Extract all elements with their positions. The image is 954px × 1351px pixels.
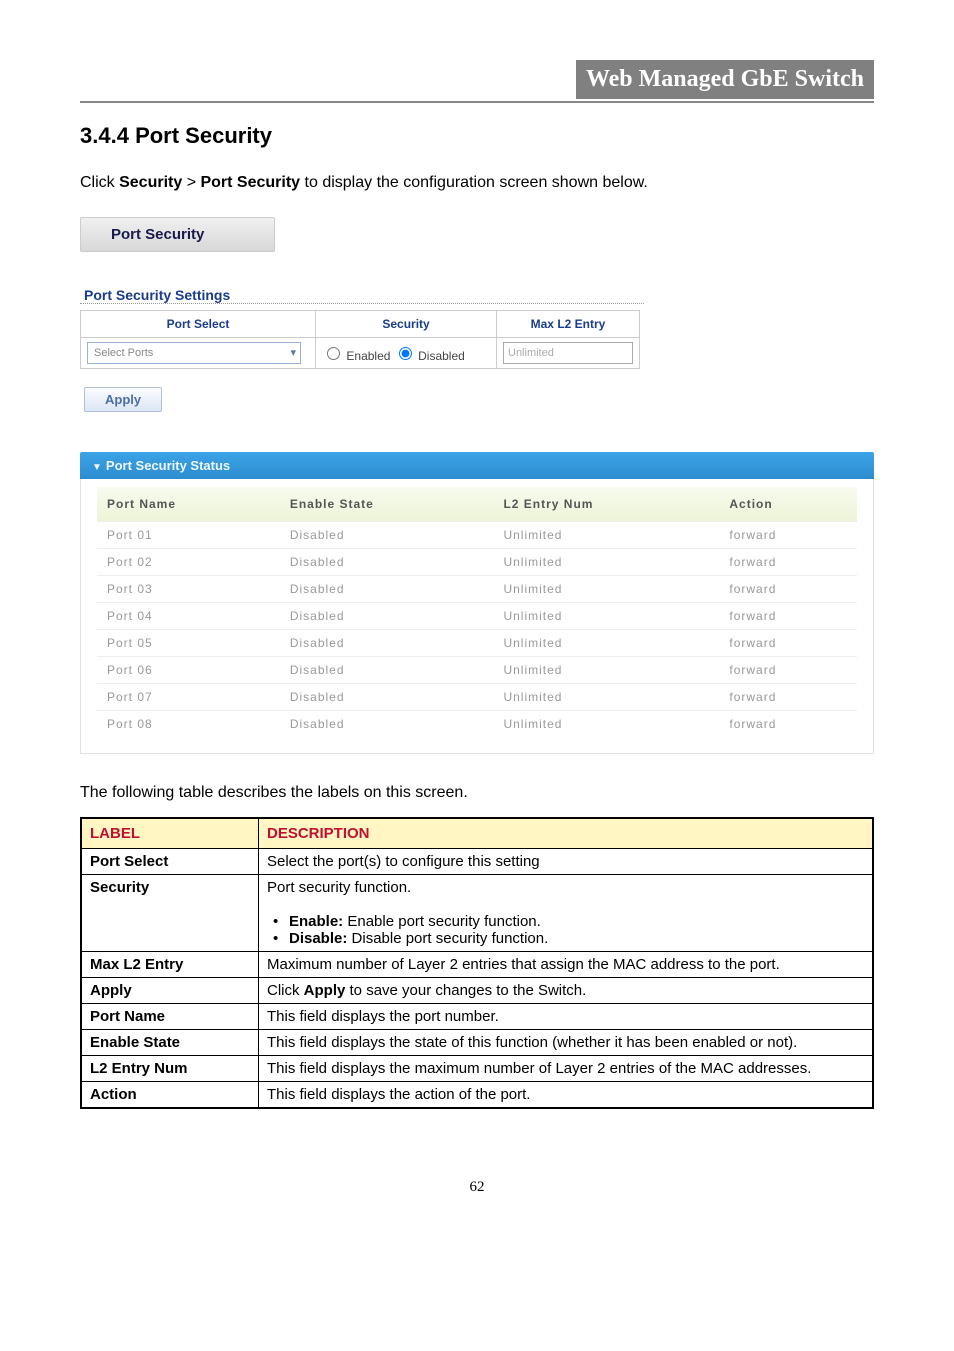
max-l2-input[interactable]: Unlimited [503,342,633,364]
doc-header-title: Web Managed GbE Switch [576,60,874,99]
config-screenshot: Port Security Port Security Settings Por… [80,217,874,754]
table-row: Port 07DisabledUnlimitedforward [97,684,857,711]
status-table: Port Name Enable State L2 Entry Num Acti… [97,487,857,737]
status-col-port-name: Port Name [97,487,280,522]
status-col-enable-state: Enable State [280,487,494,522]
section-title: 3.4.4 Port Security [80,123,874,149]
table-row: Port 03DisabledUnlimitedforward [97,576,857,603]
settings-table: Port Select Security Max L2 Entry Select… [80,310,640,369]
settings-section-title: Port Security Settings [80,287,644,304]
radio-disabled[interactable]: Disabled [394,349,465,363]
radio-enabled[interactable]: Enabled [322,349,390,363]
table-row: Port 04DisabledUnlimitedforward [97,603,857,630]
desc-header-desc: DESCRIPTION [259,818,874,849]
table-row: Port 06DisabledUnlimitedforward [97,657,857,684]
status-col-l2-entry: L2 Entry Num [493,487,719,522]
table-row: Port 02DisabledUnlimitedforward [97,549,857,576]
status-col-action: Action [719,487,857,522]
desc-header-label: LABEL [81,818,259,849]
table-row: Port 05DisabledUnlimitedforward [97,630,857,657]
doc-header: Web Managed GbE Switch [80,60,874,103]
screenshot-tab-title: Port Security [80,217,275,252]
intro-text: Click Security > Port Security to displa… [80,174,874,192]
desc-intro: The following table describes the labels… [80,784,874,802]
col-port-select: Port Select [81,311,316,338]
col-max-l2: Max L2 Entry [497,311,640,338]
caret-down-icon: ▼ [92,462,102,473]
port-select-dropdown[interactable]: Select Ports [87,342,301,364]
page-number: 62 [80,1179,874,1196]
description-table: LABEL DESCRIPTION Port Select Select the… [80,817,874,1109]
status-section-header[interactable]: ▼Port Security Status [80,452,874,479]
table-row: Port 01DisabledUnlimitedforward [97,522,857,549]
col-security: Security [316,311,497,338]
apply-button[interactable]: Apply [84,387,162,412]
table-row: Port 08DisabledUnlimitedforward [97,711,857,738]
